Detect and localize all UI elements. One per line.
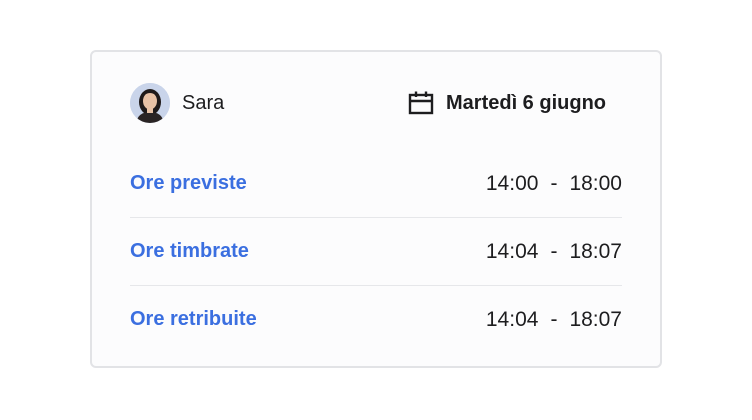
date-label: Martedì 6 giugno — [446, 91, 606, 114]
time-start: 14:00 — [485, 172, 539, 195]
time-range: 14:00-18:00 — [486, 172, 622, 196]
time-separator: - — [550, 308, 558, 331]
list-item: Ore previste 14:00-18:00 — [130, 150, 622, 218]
time-start: 14:04 — [485, 240, 539, 263]
avatar-photo-icon — [130, 83, 170, 123]
row-label-ore-previste[interactable]: Ore previste — [130, 172, 247, 195]
time-range: 14:04-18:07 — [486, 308, 622, 332]
list-item: Ore timbrate 14:04-18:07 — [130, 218, 622, 286]
user-name: Sara — [182, 91, 225, 114]
time-end: 18:07 — [569, 240, 622, 263]
time-range: 14:04-18:07 — [486, 240, 622, 264]
row-label-ore-retribuite[interactable]: Ore retribuite — [130, 308, 257, 331]
card-header: Sara Martedì 6 giugno — [130, 82, 622, 124]
shift-summary-card: Sara Martedì 6 giugno Ore previste 14:00… — [90, 50, 662, 368]
date-display: Martedì 6 giugno — [408, 82, 606, 124]
time-start: 14:04 — [485, 308, 539, 331]
time-separator: - — [550, 172, 558, 195]
hours-list: Ore previste 14:00-18:00 Ore timbrate 14… — [130, 150, 622, 353]
time-separator: - — [550, 240, 558, 263]
calendar-icon — [408, 91, 434, 115]
avatar — [130, 83, 170, 123]
time-end: 18:00 — [569, 172, 622, 195]
user-info: Sara — [130, 82, 224, 124]
time-end: 18:07 — [569, 308, 622, 331]
row-label-ore-timbrate[interactable]: Ore timbrate — [130, 240, 249, 263]
list-item: Ore retribuite 14:04-18:07 — [130, 286, 622, 353]
